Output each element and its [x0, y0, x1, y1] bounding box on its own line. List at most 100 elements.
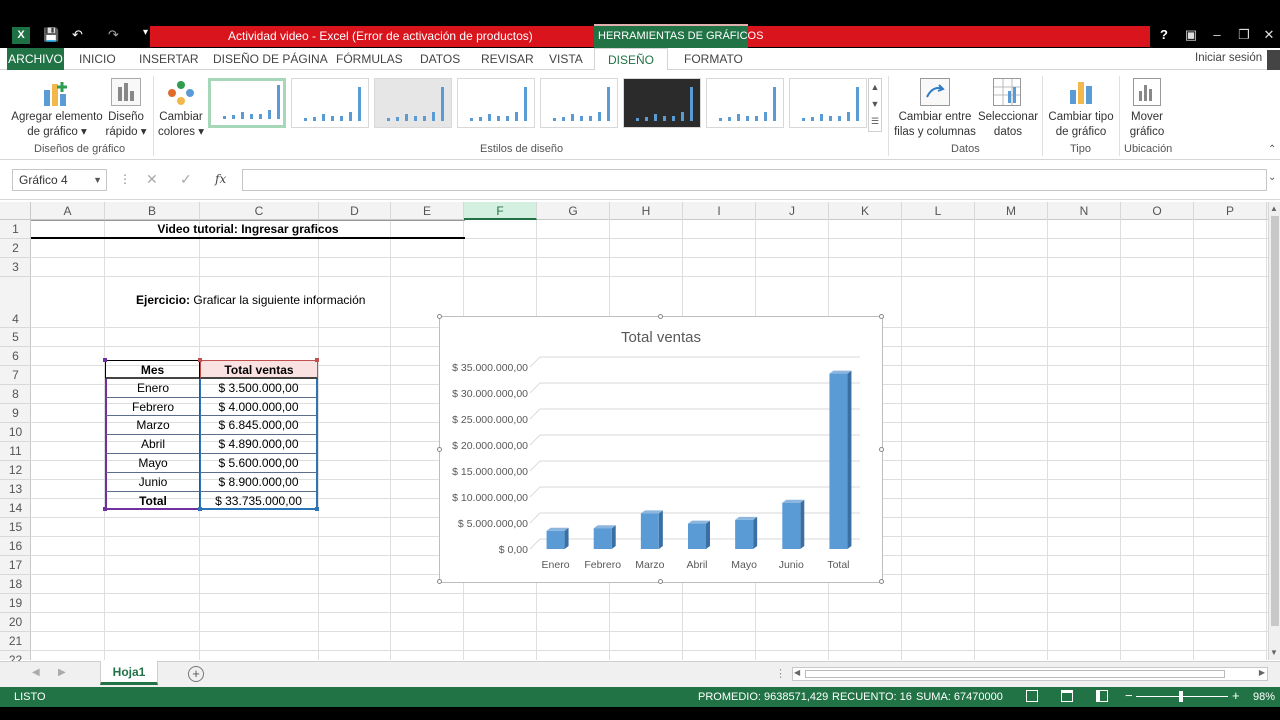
row-header-15[interactable]: 15: [0, 518, 31, 537]
chart-bar[interactable]: [782, 499, 805, 549]
save-icon[interactable]: 💾: [43, 27, 59, 43]
tab-inicio[interactable]: INICIO: [79, 52, 116, 66]
chart-bar[interactable]: [688, 520, 710, 549]
column-header-h[interactable]: H: [610, 202, 683, 220]
table-cell-mes[interactable]: Enero: [105, 378, 200, 398]
row-header-19[interactable]: 19: [0, 594, 31, 613]
table-cell-total[interactable]: $ 5.600.000,00: [200, 454, 318, 473]
table-cell-mes[interactable]: Mayo: [105, 454, 200, 473]
table-total-value[interactable]: $ 33.735.000,00: [200, 491, 318, 511]
chevron-down-icon[interactable]: ▼: [93, 170, 102, 190]
column-header-k[interactable]: K: [829, 202, 902, 220]
zoom-out-icon[interactable]: −: [1125, 688, 1133, 703]
chart-bar[interactable]: [829, 370, 852, 549]
quick-layout-button[interactable]: Diseño rápido ▾: [103, 110, 149, 140]
table-header-total[interactable]: Total ventas: [200, 360, 318, 379]
chart-bar[interactable]: [593, 525, 616, 549]
add-sheet-button[interactable]: +: [188, 666, 204, 682]
column-header-i[interactable]: I: [683, 202, 756, 220]
scroll-thumb[interactable]: [1271, 216, 1279, 626]
column-header-g[interactable]: G: [537, 202, 610, 220]
tab-diseno-pagina[interactable]: DISEÑO DE PÁGINA: [213, 52, 328, 66]
column-header-e[interactable]: E: [391, 202, 464, 220]
quick-layout-icon[interactable]: [111, 78, 141, 106]
qat-customize-icon[interactable]: ▾: [143, 27, 148, 38]
range-handle[interactable]: [103, 507, 107, 512]
horizontal-scrollbar[interactable]: ◀ ▶: [792, 667, 1268, 681]
redo-icon[interactable]: ↷: [108, 27, 119, 43]
row-header-10[interactable]: 10: [0, 423, 31, 442]
ribbon-display-icon[interactable]: ▣: [1180, 27, 1202, 43]
chart-bar[interactable]: [640, 510, 663, 549]
column-header-o[interactable]: O: [1121, 202, 1194, 220]
chart-bar[interactable]: [546, 527, 569, 549]
normal-view-icon[interactable]: [1026, 690, 1038, 702]
change-colors-icon[interactable]: [166, 80, 196, 106]
collapse-ribbon-icon[interactable]: ⌃: [1268, 144, 1276, 155]
table-cell-mes[interactable]: Marzo: [105, 416, 200, 436]
name-box[interactable]: Gráfico 4 ▼: [12, 169, 107, 191]
chart-style-6[interactable]: [623, 78, 701, 128]
sign-in-link[interactable]: Iniciar sesión: [1195, 52, 1262, 64]
chart-style-1[interactable]: [208, 78, 286, 128]
chart-total-ventas[interactable]: Total ventas $ 0,00 $ 5.000.000,00 $ 10.00…: [437, 314, 884, 584]
switch-row-column-button[interactable]: Cambiar entre filas y columnas: [893, 110, 977, 140]
select-data-icon[interactable]: [993, 78, 1021, 106]
tab-diseno[interactable]: DISEÑO: [594, 48, 668, 71]
tab-insertar[interactable]: INSERTAR: [139, 52, 199, 66]
scroll-left-icon[interactable]: ◀: [794, 668, 800, 677]
table-cell-total[interactable]: $ 3.500.000,00: [200, 378, 318, 398]
move-chart-icon[interactable]: [1133, 78, 1161, 106]
row-header-7[interactable]: 7: [0, 366, 31, 385]
cancel-icon[interactable]: ✕: [146, 171, 158, 188]
row-header-4[interactable]: 4: [0, 277, 31, 328]
sheet-tab-hoja1[interactable]: Hoja1: [100, 661, 158, 685]
column-header-c[interactable]: C: [200, 202, 319, 220]
tab-vista[interactable]: VISTA: [549, 52, 583, 66]
table-header-mes[interactable]: Mes: [105, 360, 200, 379]
insert-function-icon[interactable]: fx: [215, 172, 226, 186]
column-header-f[interactable]: F: [464, 202, 537, 220]
row-header-6[interactable]: 6: [0, 347, 31, 366]
row-header-5[interactable]: 5: [0, 328, 31, 347]
tab-revisar[interactable]: REVISAR: [481, 52, 534, 66]
undo-icon[interactable]: ↶: [72, 27, 83, 43]
chart-style-4[interactable]: [457, 78, 535, 128]
row-header-9[interactable]: 9: [0, 404, 31, 423]
add-chart-element-button[interactable]: Agregar elemento de gráfico ▾: [6, 110, 108, 140]
add-chart-element-icon[interactable]: [40, 80, 72, 108]
tab-formulas[interactable]: FÓRMULAS: [336, 52, 403, 66]
chart-resize-handle[interactable]: [658, 579, 663, 584]
column-header-j[interactable]: J: [756, 202, 829, 220]
row-header-11[interactable]: 11: [0, 442, 31, 461]
range-handle[interactable]: [315, 507, 319, 512]
row-header-14[interactable]: 14: [0, 499, 31, 518]
chart-resize-handle[interactable]: [437, 447, 442, 452]
column-header-l[interactable]: L: [902, 202, 975, 220]
column-header-d[interactable]: D: [319, 202, 391, 220]
table-cell-total[interactable]: $ 4.890.000,00: [200, 435, 318, 454]
prev-sheet-icon[interactable]: ◀: [32, 667, 40, 678]
column-header-m[interactable]: M: [975, 202, 1048, 220]
select-all-corner[interactable]: [0, 202, 31, 220]
row-header-3[interactable]: 3: [0, 258, 31, 277]
row-header-2[interactable]: 2: [0, 239, 31, 258]
chart-resize-handle[interactable]: [658, 314, 663, 319]
zoom-level[interactable]: 98%: [1253, 691, 1275, 703]
row-header-12[interactable]: 12: [0, 461, 31, 480]
scroll-down-icon[interactable]: ▼: [1270, 648, 1278, 657]
tab-archivo[interactable]: ARCHIVO: [7, 48, 64, 70]
row-header-16[interactable]: 16: [0, 537, 31, 556]
row-header-21[interactable]: 21: [0, 632, 31, 651]
range-handle[interactable]: [198, 507, 202, 512]
restore-button[interactable]: ❐: [1233, 27, 1255, 43]
hscroll-thumb[interactable]: [805, 670, 1225, 678]
table-cell-mes[interactable]: Febrero: [105, 397, 200, 417]
switch-row-column-icon[interactable]: [920, 78, 950, 106]
row-header-13[interactable]: 13: [0, 480, 31, 499]
row-header-18[interactable]: 18: [0, 575, 31, 594]
table-cell-mes[interactable]: Abril: [105, 435, 200, 454]
change-chart-type-icon[interactable]: [1067, 78, 1095, 106]
column-header-p[interactable]: P: [1194, 202, 1267, 220]
page-layout-icon[interactable]: [1061, 690, 1073, 702]
